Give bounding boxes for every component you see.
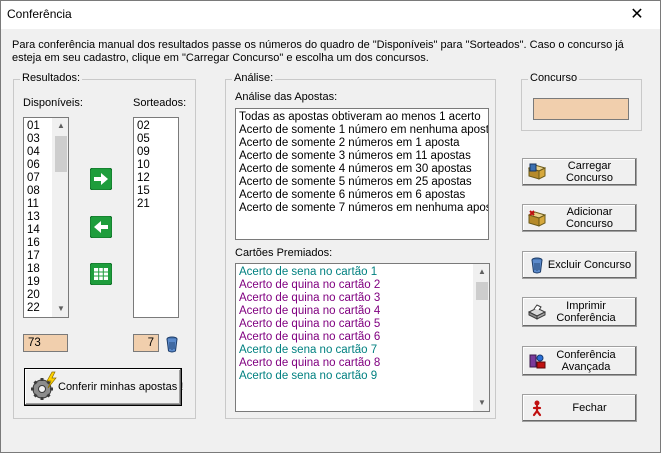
- scroll-up-icon[interactable]: ▲: [53, 118, 68, 134]
- cartao-item[interactable]: Acerto de quina no cartão 4: [236, 305, 489, 318]
- cartao-item[interactable]: Acerto de sena no cartão 1: [236, 266, 489, 279]
- fechar-label: Fechar: [572, 402, 607, 414]
- scroll-up-icon[interactable]: ▲: [474, 264, 489, 280]
- sorteado-item[interactable]: 10: [134, 159, 178, 172]
- cartao-item[interactable]: Acerto de quina no cartão 8: [236, 357, 489, 370]
- close-button[interactable]: ✕: [614, 1, 660, 29]
- concurso-legend: Concurso: [528, 72, 580, 84]
- scroll-down-icon[interactable]: ▼: [474, 395, 489, 411]
- analise-item[interactable]: Acerto de somente 6 números em 6 apostas: [236, 189, 488, 202]
- conferencia-window: Conferência ✕ Para conferência manual do…: [0, 0, 661, 453]
- carregar-concurso-label: Carregar Concurso: [565, 160, 614, 184]
- analise-item[interactable]: Acerto de somente 1 número em nenhuma ap…: [236, 124, 488, 137]
- move-left-button[interactable]: [90, 216, 112, 238]
- resultados-legend: Resultados:: [20, 72, 83, 84]
- cartao-item[interactable]: Acerto de quina no cartão 5: [236, 318, 489, 331]
- excluir-concurso-label: Excluir Concurso: [547, 259, 632, 271]
- scroll-thumb[interactable]: [476, 282, 488, 300]
- add-icon: [528, 210, 546, 227]
- analise-legend: Análise:: [232, 72, 276, 84]
- instruction-text: Para conferência manual dos resultados p…: [12, 39, 624, 64]
- adicionar-concurso-button[interactable]: Adicionar Concurso: [522, 204, 637, 232]
- load-icon: [528, 163, 546, 180]
- cartao-item[interactable]: Acerto de quina no cartão 2: [236, 279, 489, 292]
- arrow-left-icon: [90, 216, 112, 238]
- sorteado-item[interactable]: 21: [134, 198, 178, 211]
- arrow-right-icon: [90, 168, 112, 190]
- imprimir-conferencia-button[interactable]: Imprimir Conferência: [522, 297, 637, 327]
- sorteados-label: Sorteados:: [133, 97, 187, 109]
- adicionar-concurso-label: Adicionar Concurso: [565, 206, 614, 230]
- cartao-item[interactable]: Acerto de sena no cartão 7: [236, 344, 489, 357]
- cartoes-premiados-label: Cartões Premiados:: [235, 247, 333, 259]
- grid-icon: [90, 263, 112, 285]
- analise-item[interactable]: Acerto de somente 2 números em 1 aposta: [236, 137, 488, 150]
- carregar-concurso-button[interactable]: Carregar Concurso: [522, 158, 637, 186]
- scroll-thumb[interactable]: [55, 136, 67, 172]
- sorteado-item[interactable]: 02: [134, 120, 178, 133]
- conferir-apostas-label: Conferir minhas apostas !: [58, 381, 184, 393]
- title-bar: Conferência ✕: [1, 1, 660, 29]
- printer-icon: [528, 304, 546, 320]
- exit-icon: [532, 400, 542, 417]
- excluir-concurso-button[interactable]: Excluir Concurso: [522, 251, 637, 279]
- imprimir-conferencia-label: Imprimir Conferência: [556, 300, 616, 324]
- cartoes-premiados-list[interactable]: Acerto de sena no cartão 1 Acerto de quin…: [235, 263, 490, 412]
- analise-item[interactable]: Acerto de somente 5 números em 25 aposta…: [236, 176, 488, 189]
- sorteado-item[interactable]: 05: [134, 133, 178, 146]
- analise-item[interactable]: Acerto de somente 7 números em nenhuma a…: [236, 202, 488, 215]
- concurso-field[interactable]: [533, 98, 629, 120]
- sorteado-item[interactable]: 15: [134, 185, 178, 198]
- analise-item[interactable]: Todas as apostas obtiveram ao menos 1 ac…: [236, 111, 488, 124]
- analise-item[interactable]: Acerto de somente 3 números em 11 aposta…: [236, 150, 488, 163]
- delete-icon: [531, 257, 543, 274]
- sorteados-count: 7: [133, 334, 159, 352]
- scroll-down-icon[interactable]: ▼: [53, 301, 68, 317]
- analise-item[interactable]: Acerto de somente 4 números em 30 aposta…: [236, 163, 488, 176]
- disponiveis-scrollbar[interactable]: ▲ ▼: [52, 118, 68, 317]
- grid-button[interactable]: [90, 263, 112, 285]
- gear-lightning-icon: [31, 371, 57, 400]
- sorteados-list[interactable]: 02 05 09 10 12 15 21: [133, 117, 179, 318]
- analise-apostas-label: Análise das Apostas:: [235, 91, 338, 103]
- move-right-button[interactable]: [90, 168, 112, 190]
- conferencia-avancada-button[interactable]: Conferência Avançada: [522, 346, 637, 376]
- sorteado-item[interactable]: 12: [134, 172, 178, 185]
- cartao-item[interactable]: Acerto de sena no cartão 9: [236, 370, 489, 383]
- fechar-button[interactable]: Fechar: [522, 394, 637, 422]
- disponiveis-list[interactable]: 01 03 04 06 07 08 11 13 14 16 17 18 19 20 22 ▲ ▼: [23, 117, 69, 318]
- cartao-item[interactable]: Acerto de quina no cartão 6: [236, 331, 489, 344]
- disponiveis-count: 73: [23, 334, 68, 352]
- advanced-icon: [529, 354, 546, 369]
- disponiveis-label: Disponíveis:: [23, 97, 83, 109]
- cartao-item[interactable]: Acerto de quina no cartão 3: [236, 292, 489, 305]
- bucket-icon[interactable]: [164, 335, 180, 353]
- conferir-apostas-button[interactable]: Conferir minhas apostas !: [24, 368, 184, 406]
- window-title: Conferência: [7, 7, 72, 21]
- cartoes-scrollbar[interactable]: ▲ ▼: [473, 264, 489, 411]
- analise-apostas-list[interactable]: Todas as apostas obtiveram ao menos 1 ac…: [235, 108, 489, 240]
- sorteado-item[interactable]: 09: [134, 146, 178, 159]
- conferencia-avancada-label: Conferência Avançada: [556, 349, 616, 373]
